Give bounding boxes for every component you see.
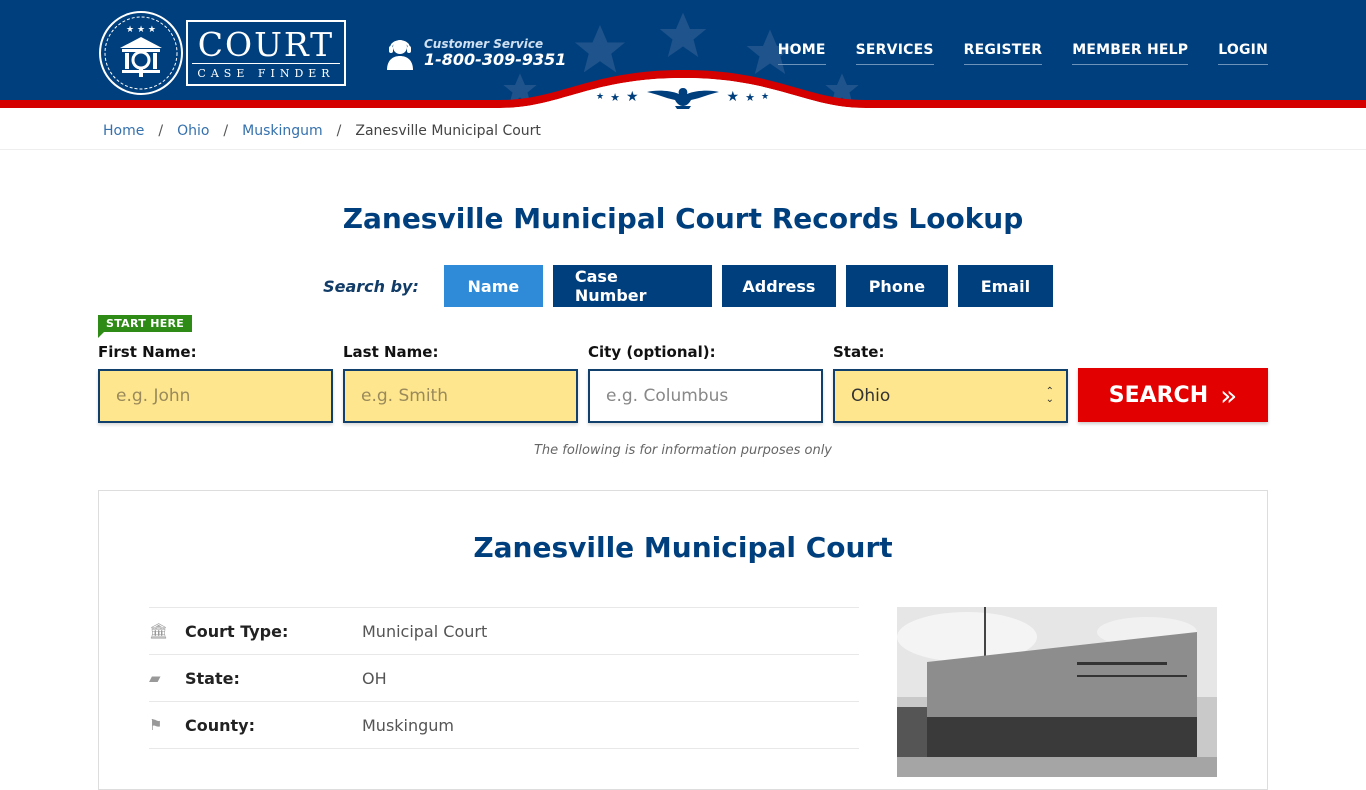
first-name-input[interactable]: e.g. John	[98, 369, 333, 423]
customer-service: Customer Service 1-800-309-9351	[386, 36, 566, 70]
nav-home[interactable]: HOME	[777, 42, 826, 65]
double-chevron-right-icon: »	[1220, 378, 1238, 412]
flag-icon: ⚑	[149, 716, 163, 734]
logo-subtitle: CASE FINDER	[197, 66, 335, 80]
detail-row-court-type: 🏛 Court Type: Municipal Court	[149, 608, 859, 655]
courthouse-icon: 🏛	[149, 622, 169, 640]
courthouse-photo	[897, 607, 1217, 777]
site-header: ★ ★ ★ ★ ★ ★ ★ ★ ★ COURT CASE FINDER Cust…	[0, 0, 1366, 112]
svg-text:★ ★ ★: ★ ★ ★	[126, 25, 156, 35]
detail-value: Muskingum	[362, 715, 455, 735]
last-name-field: Last Name: e.g. Smith	[343, 343, 578, 423]
tab-name[interactable]: Name	[443, 265, 543, 307]
city-input[interactable]: e.g. Columbus	[588, 369, 823, 423]
logo-wordmark: COURT CASE FINDER	[186, 20, 346, 86]
court-details: 🏛 Court Type: Municipal Court ▰ State: O…	[149, 607, 859, 749]
state-field: State: Ohio ⌃ ⌄	[833, 343, 1068, 423]
tab-email[interactable]: Email	[957, 265, 1053, 307]
site-logo[interactable]: ★ ★ ★ COURT CASE FINDER	[98, 10, 346, 96]
info-disclaimer: The following is for information purpose…	[533, 443, 833, 458]
search-button[interactable]: SEARCH »	[1078, 368, 1268, 422]
search-form: START HERE First Name: e.g. John Last Na…	[98, 315, 1268, 443]
state-selected-value: Ohio	[851, 386, 891, 406]
page-title: Zanesville Municipal Court Records Looku…	[342, 202, 1024, 235]
detail-value: OH	[362, 668, 387, 688]
first-name-field: First Name: e.g. John	[98, 343, 333, 423]
eagle-emblem: ★ ★ ★ ★ ★ ★	[596, 84, 769, 110]
customer-service-label: Customer Service	[424, 37, 544, 51]
search-by-label: Search by:	[323, 276, 419, 296]
main-nav: HOME SERVICES REGISTER MEMBER HELP LOGIN	[777, 42, 1268, 65]
state-select[interactable]: Ohio ⌃ ⌄	[833, 369, 1068, 423]
nav-login[interactable]: LOGIN	[1218, 42, 1268, 65]
courthouse-building-image	[897, 607, 1217, 777]
logo-title: COURT	[191, 26, 341, 64]
breadcrumb: Home / Ohio / Muskingum / Zanesville Mun…	[0, 112, 1366, 150]
start-here-badge: START HERE	[98, 315, 193, 338]
breadcrumb-ohio[interactable]: Ohio	[177, 123, 209, 139]
last-name-input[interactable]: e.g. Smith	[343, 369, 578, 423]
breadcrumb-separator: /	[158, 122, 164, 139]
usa-map-icon: ▰	[149, 669, 161, 687]
breadcrumb-muskingum[interactable]: Muskingum	[242, 123, 323, 139]
breadcrumb-home[interactable]: Home	[103, 123, 144, 139]
last-name-label: Last Name:	[343, 343, 439, 361]
courthouse-seal-icon: ★ ★ ★	[99, 11, 183, 95]
tab-case-number[interactable]: Case Number	[552, 265, 712, 307]
tab-address[interactable]: Address	[721, 265, 836, 307]
first-name-label: First Name:	[98, 343, 197, 361]
detail-value: Municipal Court	[362, 621, 488, 641]
city-label: City (optional):	[588, 343, 716, 361]
eagle-icon	[646, 88, 719, 109]
search-type-tabs: Search by: Name Case Number Address Phon…	[0, 265, 1366, 307]
court-info-card: Zanesville Municipal Court 🏛 Court Type:…	[98, 490, 1268, 790]
customer-service-phone[interactable]: 1-800-309-9351	[424, 51, 566, 69]
detail-row-county: ⚑ County: Muskingum	[149, 702, 859, 749]
headset-agent-icon	[387, 40, 413, 70]
select-arrows-icon: ⌃ ⌄	[1045, 386, 1054, 405]
detail-key: State:	[185, 668, 240, 688]
nav-services[interactable]: SERVICES	[855, 42, 934, 65]
state-label: State:	[833, 343, 885, 361]
detail-row-state: ▰ State: OH	[149, 655, 859, 702]
court-name: Zanesville Municipal Court	[473, 531, 893, 564]
city-field: City (optional): e.g. Columbus	[588, 343, 823, 423]
detail-key: Court Type:	[185, 621, 289, 641]
search-button-label: SEARCH	[1108, 382, 1209, 408]
breadcrumb-separator: /	[223, 122, 229, 139]
breadcrumb-separator: /	[336, 122, 342, 139]
nav-register[interactable]: REGISTER	[963, 42, 1043, 65]
detail-key: County:	[185, 715, 255, 735]
tab-phone[interactable]: Phone	[845, 265, 948, 307]
nav-member-help[interactable]: MEMBER HELP	[1072, 42, 1189, 65]
breadcrumb-current: Zanesville Municipal Court	[355, 122, 541, 139]
star-decoration	[659, 12, 707, 58]
